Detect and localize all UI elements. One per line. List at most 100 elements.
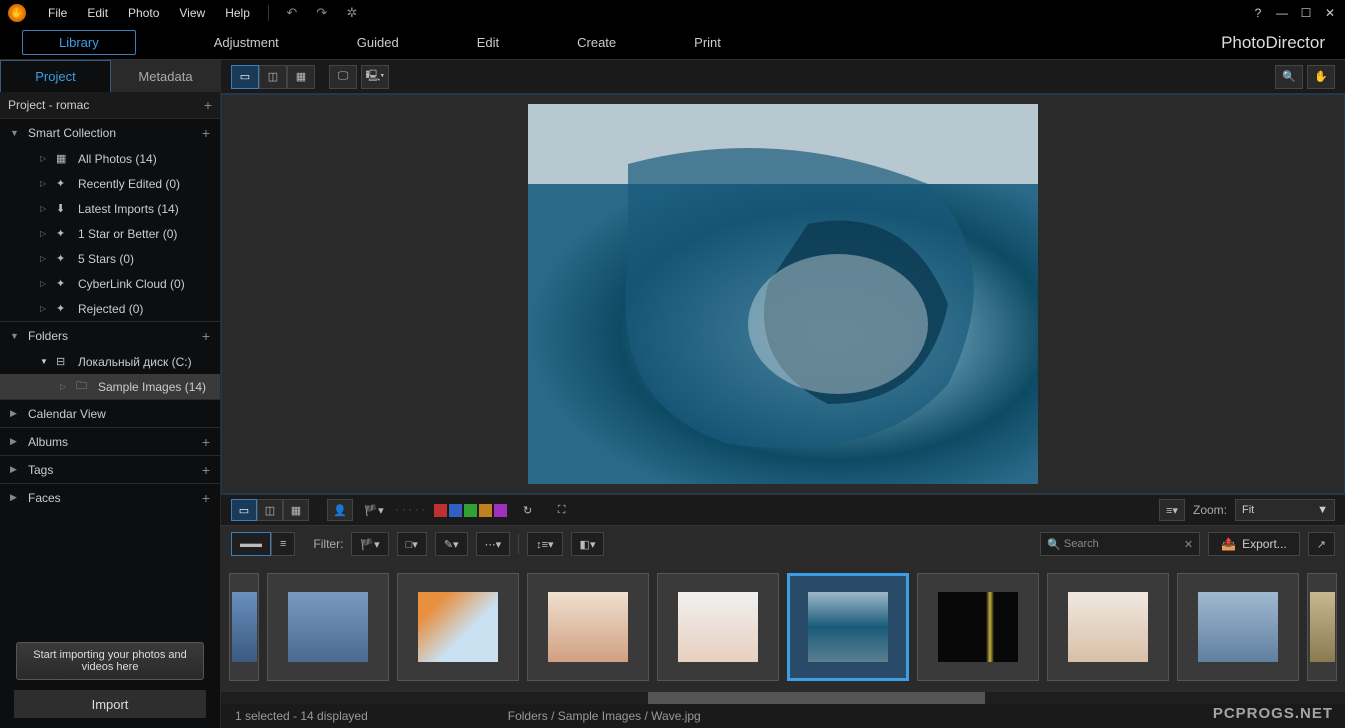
import-button[interactable]: Import (14, 690, 206, 718)
star-rating[interactable]: · · · · · (395, 504, 426, 516)
thumb-image (808, 592, 888, 662)
thumbnail-partial-right[interactable] (1307, 573, 1337, 681)
thumbnail[interactable] (787, 573, 909, 681)
tree-label: Latest Imports (14) (78, 202, 179, 216)
module-library[interactable]: Library (22, 30, 136, 55)
tab-metadata[interactable]: Metadata (111, 60, 220, 92)
add-collection-icon[interactable]: + (202, 125, 210, 141)
color-swatch[interactable] (494, 504, 507, 517)
filter-more[interactable]: ⋯▾ (476, 532, 511, 556)
view-display-icon[interactable]: 🖳▾ (361, 65, 389, 89)
tree-sample-images[interactable]: ▷🗀Sample Images (14) (0, 374, 220, 399)
minimize-icon[interactable]: — (1275, 6, 1289, 20)
add-face-icon[interactable]: + (202, 490, 210, 506)
layout-list-icon[interactable]: ≡ (271, 532, 295, 556)
close-icon[interactable]: ✕ (1323, 6, 1337, 20)
add-album-icon[interactable]: + (202, 434, 210, 450)
view-monitor-icon[interactable]: 🖵 (329, 65, 357, 89)
tree-rejected[interactable]: ▷✦Rejected (0) (0, 296, 220, 321)
thumbnail[interactable] (917, 573, 1039, 681)
project-header-row[interactable]: Project - romac + (0, 92, 220, 118)
redo-icon[interactable]: ↷ (313, 4, 331, 22)
filter-flag[interactable]: 🏴▾ (351, 532, 388, 556)
thumbnail-strip[interactable] (221, 562, 1345, 692)
view-single-icon[interactable]: ▭ (231, 65, 259, 89)
tree-1-star[interactable]: ▷✦1 Star or Better (0) (0, 221, 220, 246)
rotate-icon[interactable]: ↻ (515, 499, 541, 521)
tree-label: 1 Star or Better (0) (78, 227, 177, 241)
help-icon[interactable]: ? (1251, 6, 1265, 20)
scroll-thumb[interactable] (648, 692, 985, 704)
section-folders[interactable]: ▼ Folders + (0, 321, 220, 349)
settings-icon[interactable]: ✲ (343, 4, 361, 22)
clear-search-icon[interactable]: ✕ (1184, 538, 1193, 551)
add-project-icon[interactable]: + (204, 97, 212, 113)
color-swatch[interactable] (449, 504, 462, 517)
thumbnail[interactable] (1177, 573, 1299, 681)
search-input[interactable]: 🔍 Search ✕ (1040, 532, 1200, 556)
add-folder-icon[interactable]: + (202, 328, 210, 344)
tree-cloud[interactable]: ▷✦CyberLink Cloud (0) (0, 271, 220, 296)
module-adjustment[interactable]: Adjustment (214, 29, 279, 56)
tree-5-stars[interactable]: ▷✦5 Stars (0) (0, 246, 220, 271)
module-edit[interactable]: Edit (477, 29, 499, 56)
tree-recently-edited[interactable]: ▷✦Recently Edited (0) (0, 171, 220, 196)
menu-help[interactable]: Help (215, 6, 260, 20)
maximize-icon[interactable]: ☐ (1299, 6, 1313, 20)
thumbnail-partial-left[interactable] (229, 573, 259, 681)
tab-project[interactable]: Project (0, 60, 111, 92)
sort-icon[interactable]: ≡▾ (1159, 499, 1185, 521)
section-calendar[interactable]: ▶Calendar View (0, 399, 220, 427)
undo-icon[interactable]: ↶ (283, 4, 301, 22)
section-albums[interactable]: ▶Albums+ (0, 427, 220, 455)
view-grid-icon[interactable]: ▦ (287, 65, 315, 89)
share-icon[interactable]: ↗ (1308, 532, 1335, 556)
filter-label-color[interactable]: □▾ (397, 532, 427, 556)
layout-strip-icon[interactable]: ▬▬ (231, 532, 271, 556)
zoom-select[interactable]: Fit▼ (1235, 499, 1335, 521)
image-viewer[interactable] (221, 94, 1345, 494)
thumb-image (938, 592, 1018, 662)
sort-order[interactable]: ↕≡▾ (527, 532, 562, 556)
export-label: Export... (1242, 537, 1287, 551)
menu-edit[interactable]: Edit (77, 6, 118, 20)
thumb-split-icon[interactable]: ◫ (257, 499, 283, 521)
tree-label: Sample Images (14) (98, 380, 206, 394)
sparkle-icon: ✦ (56, 277, 72, 290)
crop-icon[interactable]: ⛶ (549, 499, 575, 521)
menu-photo[interactable]: Photo (118, 6, 169, 20)
tree-all-photos[interactable]: ▷▦All Photos (14) (0, 146, 220, 171)
add-tag-icon[interactable]: + (202, 462, 210, 478)
thumbnail[interactable] (657, 573, 779, 681)
thumb-large-icon[interactable]: ▭ (231, 499, 257, 521)
tree-drive-c[interactable]: ▼⊟Локальный диск (C:) (0, 349, 220, 374)
section-faces[interactable]: ▶Faces+ (0, 483, 220, 511)
module-create[interactable]: Create (577, 29, 616, 56)
menu-file[interactable]: File (38, 6, 77, 20)
zoom-icon[interactable]: 🔍 (1275, 65, 1303, 89)
section-smart-collection[interactable]: ▼ Smart Collection + (0, 118, 220, 146)
filter-edit[interactable]: ✎▾ (435, 532, 468, 556)
thumb-grid-icon[interactable]: ▦ (283, 499, 309, 521)
module-print[interactable]: Print (694, 29, 721, 56)
filter-face[interactable]: ◧▾ (571, 532, 605, 556)
thumbnail[interactable] (397, 573, 519, 681)
stack-icon: ▦ (56, 152, 72, 165)
thumbnail[interactable] (527, 573, 649, 681)
color-swatch[interactable] (464, 504, 477, 517)
face-tag-icon[interactable]: 👤 (327, 499, 353, 521)
section-tags[interactable]: ▶Tags+ (0, 455, 220, 483)
module-guided[interactable]: Guided (357, 29, 399, 56)
export-button[interactable]: 📤 Export... (1208, 532, 1300, 556)
pan-icon[interactable]: ✋ (1307, 65, 1335, 89)
flag-icon[interactable]: 🏴▾ (361, 499, 387, 521)
thumb-scrollbar[interactable] (221, 692, 1345, 704)
tree-latest-imports[interactable]: ▷⬇Latest Imports (14) (0, 196, 220, 221)
color-swatch[interactable] (434, 504, 447, 517)
thumbnail[interactable] (1047, 573, 1169, 681)
menu-view[interactable]: View (169, 6, 215, 20)
view-compare-icon[interactable]: ◫ (259, 65, 287, 89)
color-swatch[interactable] (479, 504, 492, 517)
color-labels[interactable] (434, 504, 507, 517)
thumbnail[interactable] (267, 573, 389, 681)
